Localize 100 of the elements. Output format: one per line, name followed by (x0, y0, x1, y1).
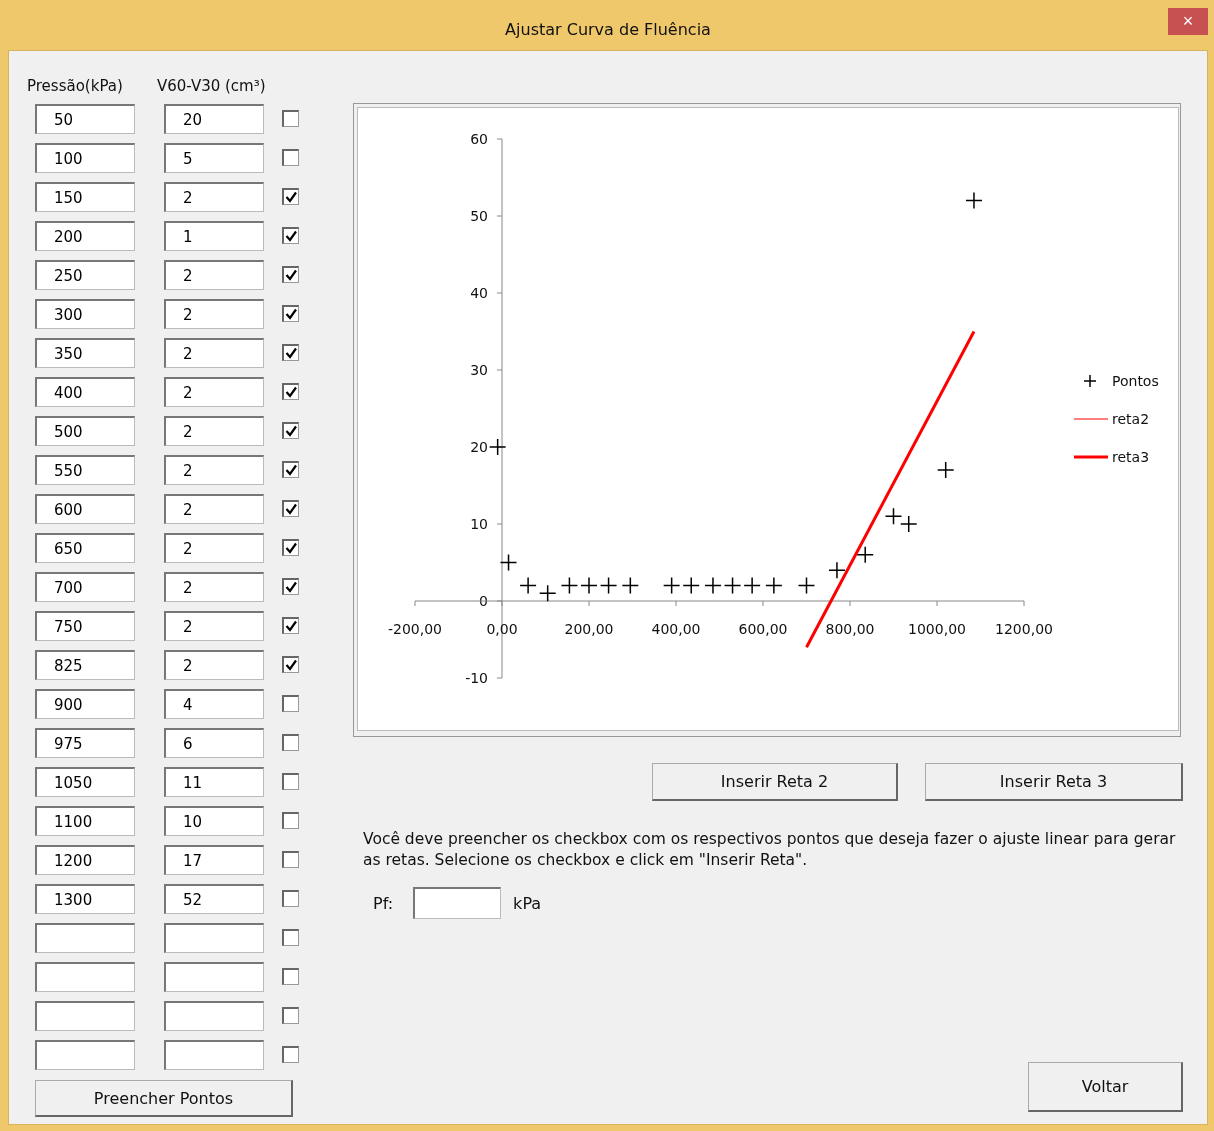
volume-field[interactable]: 1 (164, 220, 264, 251)
legend-label: reta3 (1112, 449, 1150, 465)
pressure-field[interactable]: 350 (35, 337, 135, 368)
checkbox[interactable] (282, 695, 299, 712)
pressure-field[interactable]: 150 (35, 181, 135, 212)
pressure-field[interactable] (35, 1000, 135, 1031)
volume-field[interactable]: 6 (164, 727, 264, 758)
volume-field[interactable]: 11 (164, 766, 264, 797)
pressure-field[interactable]: 975 (35, 727, 135, 758)
checkbox[interactable] (282, 227, 299, 244)
volume-field[interactable]: 4 (164, 688, 264, 719)
checkbox[interactable] (282, 1046, 299, 1063)
volume-field[interactable]: 2 (164, 571, 264, 602)
data-point (797, 576, 816, 595)
pressure-field[interactable]: 1200 (35, 844, 135, 875)
volume-field[interactable]: 2 (164, 649, 264, 680)
checkbox[interactable] (282, 149, 299, 166)
checkbox[interactable] (282, 539, 299, 556)
volume-field[interactable]: 5 (164, 142, 264, 173)
data-point (599, 576, 618, 595)
checkbox[interactable] (282, 890, 299, 907)
pf-label: Pf: (373, 893, 394, 913)
y-tick-label: 40 (470, 285, 488, 301)
checkbox[interactable] (282, 968, 299, 985)
checkbox[interactable] (282, 617, 299, 634)
pressure-field[interactable]: 750 (35, 610, 135, 641)
checkbox[interactable] (282, 500, 299, 517)
pressure-field[interactable]: 1050 (35, 766, 135, 797)
checkbox[interactable] (282, 578, 299, 595)
volume-field[interactable] (164, 1000, 264, 1031)
pressure-field[interactable] (35, 922, 135, 953)
volume-field[interactable]: 2 (164, 259, 264, 290)
checkbox[interactable] (282, 422, 299, 439)
pressure-field[interactable] (35, 961, 135, 992)
volume-field[interactable]: 2 (164, 532, 264, 563)
checkbox[interactable] (282, 461, 299, 478)
checkbox[interactable] (282, 344, 299, 361)
pressure-field[interactable]: 250 (35, 259, 135, 290)
fill-points-button[interactable]: Preencher Pontos (35, 1080, 293, 1117)
pressure-field[interactable]: 1300 (35, 883, 135, 914)
pressure-field[interactable]: 100 (35, 142, 135, 173)
pressure-field[interactable]: 50 (35, 103, 135, 134)
checkbox[interactable] (282, 383, 299, 400)
legend-line (1074, 455, 1108, 459)
data-point (828, 561, 846, 579)
volume-field[interactable]: 52 (164, 883, 264, 914)
data-point (965, 191, 983, 210)
checkbox[interactable] (282, 266, 299, 283)
data-point (856, 546, 874, 564)
pressure-field[interactable]: 300 (35, 298, 135, 329)
volume-field[interactable]: 20 (164, 103, 264, 134)
volume-field[interactable]: 2 (164, 493, 264, 524)
x-tick-label: 1200,00 (995, 621, 1053, 637)
volume-field[interactable]: 2 (164, 454, 264, 485)
checkbox[interactable] (282, 812, 299, 829)
window-title: Ajustar Curva de Fluência (505, 19, 711, 39)
volume-field[interactable]: 2 (164, 337, 264, 368)
volume-field[interactable]: 10 (164, 805, 264, 836)
legend-label: reta2 (1112, 411, 1150, 427)
checkbox[interactable] (282, 305, 299, 322)
back-button[interactable]: Voltar (1028, 1062, 1183, 1112)
checkbox[interactable] (282, 734, 299, 751)
volume-field[interactable]: 17 (164, 844, 264, 875)
data-point (900, 515, 918, 533)
column-header: Pressão(kPa) (27, 77, 124, 97)
volume-field[interactable] (164, 922, 264, 953)
volume-field[interactable] (164, 961, 264, 992)
volume-field[interactable]: 2 (164, 181, 264, 212)
unit-label: kPa (513, 893, 542, 913)
pf-field[interactable] (413, 887, 502, 919)
volume-field[interactable]: 2 (164, 415, 264, 446)
close-button[interactable]: × (1168, 8, 1208, 35)
checkbox[interactable] (282, 929, 299, 946)
pressure-field[interactable]: 550 (35, 454, 135, 485)
pressure-field[interactable]: 900 (35, 688, 135, 719)
y-tick-label: 50 (470, 208, 488, 224)
insert-line-button[interactable]: Inserir Reta 3 (925, 763, 1183, 801)
volume-field[interactable]: 2 (164, 610, 264, 641)
checkbox[interactable] (282, 851, 299, 868)
checkbox[interactable] (282, 188, 299, 205)
checkbox[interactable] (282, 656, 299, 673)
pressure-field[interactable]: 825 (35, 649, 135, 680)
data-point (560, 576, 579, 595)
pressure-field[interactable]: 650 (35, 532, 135, 563)
x-tick-label: 800,00 (825, 621, 875, 637)
data-point (936, 461, 955, 479)
pressure-field[interactable]: 400 (35, 376, 135, 407)
checkbox[interactable] (282, 110, 299, 127)
pressure-field[interactable]: 200 (35, 220, 135, 251)
pressure-field[interactable]: 1100 (35, 805, 135, 836)
volume-field[interactable]: 2 (164, 376, 264, 407)
pressure-field[interactable]: 700 (35, 571, 135, 602)
volume-field[interactable]: 2 (164, 298, 264, 329)
pressure-field[interactable] (35, 1039, 135, 1070)
checkbox[interactable] (282, 1007, 299, 1024)
pressure-field[interactable]: 600 (35, 493, 135, 524)
insert-line-button[interactable]: Inserir Reta 2 (652, 763, 898, 801)
volume-field[interactable] (164, 1039, 264, 1070)
pressure-field[interactable]: 500 (35, 415, 135, 446)
checkbox[interactable] (282, 773, 299, 790)
